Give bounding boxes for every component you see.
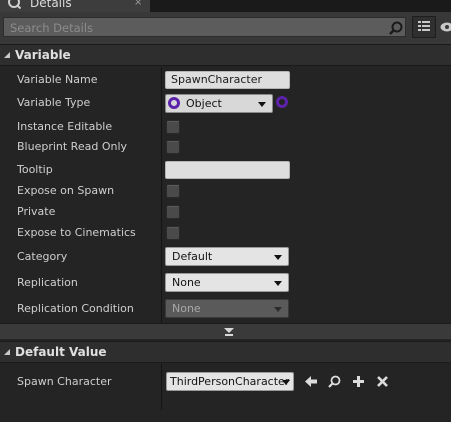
chevron-down-icon [282,380,290,385]
tab-title: Details [30,0,72,10]
chevron-down-icon [274,307,282,312]
property-label: Category [17,250,68,263]
instance-editable-checkbox[interactable] [166,120,180,134]
collapse-arrow-icon[interactable] [4,52,10,58]
replication-combo[interactable]: None [165,273,289,292]
category-combo[interactable]: Default [165,247,289,266]
default-value-category-header[interactable]: Default Value [0,341,451,363]
eye-icon[interactable] [440,21,451,33]
tooltip-field[interactable] [165,161,290,179]
variable-name-field[interactable]: SpawnCharacter [165,71,290,89]
tab-details[interactable]: Details × [0,0,150,12]
blueprint-read-only-checkbox[interactable] [166,140,180,154]
replication-condition-combo: None [165,299,289,318]
property-label: Tooltip [17,163,53,176]
tab-bar: Details × [0,0,451,12]
grid-list-icon [418,21,430,31]
property-label: Expose to Cinematics [17,226,136,239]
column-divider[interactable] [161,67,162,323]
collapse-arrow-icon[interactable] [4,349,10,355]
expose-on-spawn-checkbox[interactable] [166,184,180,198]
spawn-character-value: ThirdPersonCharacter [170,375,290,388]
clear-x-icon[interactable] [376,375,389,388]
property-label: Spawn Character [17,375,112,388]
property-label: Replication [17,276,78,289]
property-row-instance-editable: Instance Editable [0,116,451,137]
spawn-character-combo[interactable]: ThirdPersonCharacter [166,372,294,391]
replication-value: None [172,276,201,289]
search-icon[interactable] [389,21,403,35]
property-label: Instance Editable [17,120,113,133]
property-label: Replication Condition [17,302,134,315]
category-title: Default Value [15,345,107,359]
variable-type-combo[interactable]: Object [165,94,273,113]
use-selected-arrow-icon[interactable] [305,375,318,388]
add-plus-icon[interactable] [352,375,365,388]
expose-to-cinematics-checkbox[interactable] [166,226,180,240]
variable-category-header[interactable]: Variable [0,44,451,66]
property-row-expose-on-spawn: Expose on Spawn [0,180,451,201]
view-options-button[interactable] [412,16,436,38]
chevron-down-icon [274,281,282,286]
close-icon[interactable]: × [134,0,142,8]
property-label: Blueprint Read Only [17,140,128,153]
advanced-expand-bar[interactable] [0,323,451,339]
property-row-blueprint-read-only: Blueprint Read Only [0,137,451,158]
column-divider[interactable] [161,364,162,410]
search-row [0,12,451,44]
property-row-expose-to-cinematics: Expose to Cinematics [0,222,451,243]
container-type-pin-icon[interactable] [276,96,288,108]
object-pin-icon [168,97,180,109]
category-title: Variable [15,48,71,62]
property-label: Private [17,205,56,218]
search-input[interactable] [10,20,370,36]
search-box [3,17,406,37]
private-checkbox[interactable] [166,205,180,219]
expand-down-icon [224,328,234,336]
variable-type-value: Object [186,97,222,110]
replication-condition-value: None [172,302,201,315]
chevron-down-icon [274,255,282,260]
browse-magnifier-icon[interactable] [328,375,341,388]
category-value: Default [172,250,213,263]
property-label: Variable Type [17,96,91,109]
property-label: Variable Name [17,73,98,86]
chevron-down-icon [258,102,266,107]
property-row-private: Private [0,201,451,222]
property-label: Expose on Spawn [17,184,115,197]
details-icon [8,0,21,9]
